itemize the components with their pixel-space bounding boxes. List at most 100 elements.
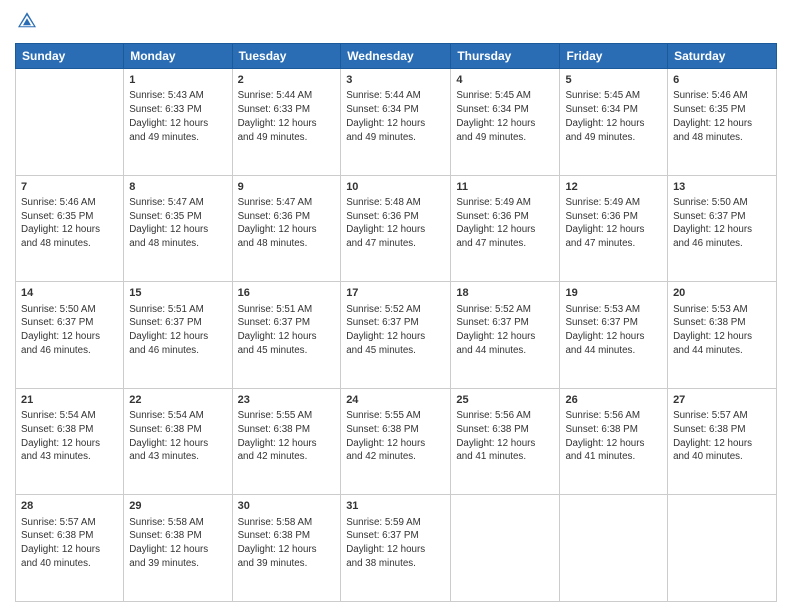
weekday-sunday: Sunday (16, 44, 124, 69)
calendar-cell: 3Sunrise: 5:44 AM Sunset: 6:34 PM Daylig… (341, 69, 451, 176)
day-number: 18 (456, 286, 554, 301)
day-number: 26 (565, 393, 662, 408)
day-number: 17 (346, 286, 445, 301)
day-info: Sunrise: 5:52 AM Sunset: 6:37 PM Dayligh… (346, 303, 445, 358)
day-number: 7 (21, 180, 118, 195)
day-info: Sunrise: 5:44 AM Sunset: 6:34 PM Dayligh… (346, 89, 445, 144)
day-info: Sunrise: 5:47 AM Sunset: 6:35 PM Dayligh… (129, 196, 226, 251)
day-info: Sunrise: 5:56 AM Sunset: 6:38 PM Dayligh… (456, 409, 554, 464)
day-info: Sunrise: 5:58 AM Sunset: 6:38 PM Dayligh… (129, 516, 226, 571)
weekday-monday: Monday (124, 44, 232, 69)
day-number: 19 (565, 286, 662, 301)
calendar-cell: 24Sunrise: 5:55 AM Sunset: 6:38 PM Dayli… (341, 388, 451, 495)
day-number: 28 (21, 499, 118, 514)
calendar-cell: 22Sunrise: 5:54 AM Sunset: 6:38 PM Dayli… (124, 388, 232, 495)
day-info: Sunrise: 5:53 AM Sunset: 6:38 PM Dayligh… (673, 303, 771, 358)
day-number: 14 (21, 286, 118, 301)
logo (15, 10, 41, 35)
day-number: 4 (456, 73, 554, 88)
week-row-1: 1Sunrise: 5:43 AM Sunset: 6:33 PM Daylig… (16, 69, 777, 176)
day-number: 29 (129, 499, 226, 514)
day-number: 24 (346, 393, 445, 408)
day-info: Sunrise: 5:47 AM Sunset: 6:36 PM Dayligh… (238, 196, 336, 251)
header (15, 10, 777, 35)
day-number: 8 (129, 180, 226, 195)
calendar-cell: 20 Sunrise: 5:53 AM Sunset: 6:38 PM Dayli… (668, 282, 777, 389)
day-info: Sunrise: 5:45 AM Sunset: 6:34 PM Dayligh… (565, 89, 662, 144)
day-info: Sunrise: 5:50 AM Sunset: 6:37 PM Dayligh… (673, 196, 771, 251)
day-number: 10 (346, 180, 445, 195)
calendar-cell: 9Sunrise: 5:47 AM Sunset: 6:36 PM Daylig… (232, 175, 341, 282)
day-info: Sunrise: 5:51 AM Sunset: 6:37 PM Dayligh… (129, 303, 226, 358)
calendar-cell (451, 495, 560, 602)
week-row-2: 7Sunrise: 5:46 AM Sunset: 6:35 PM Daylig… (16, 175, 777, 282)
calendar-cell: 23Sunrise: 5:55 AM Sunset: 6:38 PM Dayli… (232, 388, 341, 495)
day-number: 21 (21, 393, 118, 408)
day-info: Sunrise: 5:53 AM Sunset: 6:37 PM Dayligh… (565, 303, 662, 358)
day-info: Sunrise: 5:48 AM Sunset: 6:36 PM Dayligh… (346, 196, 445, 251)
logo-icon (17, 10, 37, 30)
day-number: 1 (129, 73, 226, 88)
calendar-cell: 6Sunrise: 5:46 AM Sunset: 6:35 PM Daylig… (668, 69, 777, 176)
calendar-cell: 17 Sunrise: 5:52 AM Sunset: 6:37 PM Dayli… (341, 282, 451, 389)
day-info: Sunrise: 5:49 AM Sunset: 6:36 PM Dayligh… (456, 196, 554, 251)
day-number: 11 (456, 180, 554, 195)
calendar-cell: 21Sunrise: 5:54 AM Sunset: 6:38 PM Dayli… (16, 388, 124, 495)
weekday-thursday: Thursday (451, 44, 560, 69)
calendar-cell: 29 Sunrise: 5:58 AM Sunset: 6:38 PM Dayli… (124, 495, 232, 602)
day-info: Sunrise: 5:52 AM Sunset: 6:37 PM Dayligh… (456, 303, 554, 358)
week-row-4: 21Sunrise: 5:54 AM Sunset: 6:38 PM Dayli… (16, 388, 777, 495)
calendar-cell: 11Sunrise: 5:49 AM Sunset: 6:36 PM Dayli… (451, 175, 560, 282)
day-number: 22 (129, 393, 226, 408)
calendar-cell (16, 69, 124, 176)
calendar-cell: 13Sunrise: 5:50 AM Sunset: 6:37 PM Dayli… (668, 175, 777, 282)
calendar-cell: 5Sunrise: 5:45 AM Sunset: 6:34 PM Daylig… (560, 69, 668, 176)
day-number: 31 (346, 499, 445, 514)
day-info: Sunrise: 5:46 AM Sunset: 6:35 PM Dayligh… (21, 196, 118, 251)
day-number: 13 (673, 180, 771, 195)
day-info: Sunrise: 5:56 AM Sunset: 6:38 PM Dayligh… (565, 409, 662, 464)
day-info: Sunrise: 5:50 AM Sunset: 6:37 PM Dayligh… (21, 303, 118, 358)
calendar-cell: 25Sunrise: 5:56 AM Sunset: 6:38 PM Dayli… (451, 388, 560, 495)
day-number: 6 (673, 73, 771, 88)
calendar-cell (560, 495, 668, 602)
day-number: 20 (673, 286, 771, 301)
weekday-saturday: Saturday (668, 44, 777, 69)
calendar-cell: 27Sunrise: 5:57 AM Sunset: 6:38 PM Dayli… (668, 388, 777, 495)
day-info: Sunrise: 5:46 AM Sunset: 6:35 PM Dayligh… (673, 89, 771, 144)
calendar-cell: 12Sunrise: 5:49 AM Sunset: 6:36 PM Dayli… (560, 175, 668, 282)
day-number: 16 (238, 286, 336, 301)
calendar-cell: 4Sunrise: 5:45 AM Sunset: 6:34 PM Daylig… (451, 69, 560, 176)
day-info: Sunrise: 5:45 AM Sunset: 6:34 PM Dayligh… (456, 89, 554, 144)
day-number: 5 (565, 73, 662, 88)
day-info: Sunrise: 5:44 AM Sunset: 6:33 PM Dayligh… (238, 89, 336, 144)
day-number: 25 (456, 393, 554, 408)
calendar-cell: 8Sunrise: 5:47 AM Sunset: 6:35 PM Daylig… (124, 175, 232, 282)
calendar-cell: 10Sunrise: 5:48 AM Sunset: 6:36 PM Dayli… (341, 175, 451, 282)
day-number: 3 (346, 73, 445, 88)
day-info: Sunrise: 5:58 AM Sunset: 6:38 PM Dayligh… (238, 516, 336, 571)
weekday-tuesday: Tuesday (232, 44, 341, 69)
calendar-cell: 15 Sunrise: 5:51 AM Sunset: 6:37 PM Dayli… (124, 282, 232, 389)
day-info: Sunrise: 5:54 AM Sunset: 6:38 PM Dayligh… (21, 409, 118, 464)
day-number: 23 (238, 393, 336, 408)
page: SundayMondayTuesdayWednesdayThursdayFrid… (0, 0, 792, 612)
day-number: 9 (238, 180, 336, 195)
day-info: Sunrise: 5:55 AM Sunset: 6:38 PM Dayligh… (346, 409, 445, 464)
week-row-3: 14 Sunrise: 5:50 AM Sunset: 6:37 PM Dayli… (16, 282, 777, 389)
calendar-cell: 7Sunrise: 5:46 AM Sunset: 6:35 PM Daylig… (16, 175, 124, 282)
day-info: Sunrise: 5:51 AM Sunset: 6:37 PM Dayligh… (238, 303, 336, 358)
calendar-cell (668, 495, 777, 602)
day-number: 12 (565, 180, 662, 195)
calendar-cell: 28 Sunrise: 5:57 AM Sunset: 6:38 PM Dayli… (16, 495, 124, 602)
day-number: 15 (129, 286, 226, 301)
day-number: 2 (238, 73, 336, 88)
calendar-cell: 31Sunrise: 5:59 AM Sunset: 6:37 PM Dayli… (341, 495, 451, 602)
calendar-cell: 19 Sunrise: 5:53 AM Sunset: 6:37 PM Dayli… (560, 282, 668, 389)
calendar-cell: 18 Sunrise: 5:52 AM Sunset: 6:37 PM Dayli… (451, 282, 560, 389)
day-number: 30 (238, 499, 336, 514)
weekday-friday: Friday (560, 44, 668, 69)
day-info: Sunrise: 5:57 AM Sunset: 6:38 PM Dayligh… (21, 516, 118, 571)
day-number: 27 (673, 393, 771, 408)
weekday-wednesday: Wednesday (341, 44, 451, 69)
